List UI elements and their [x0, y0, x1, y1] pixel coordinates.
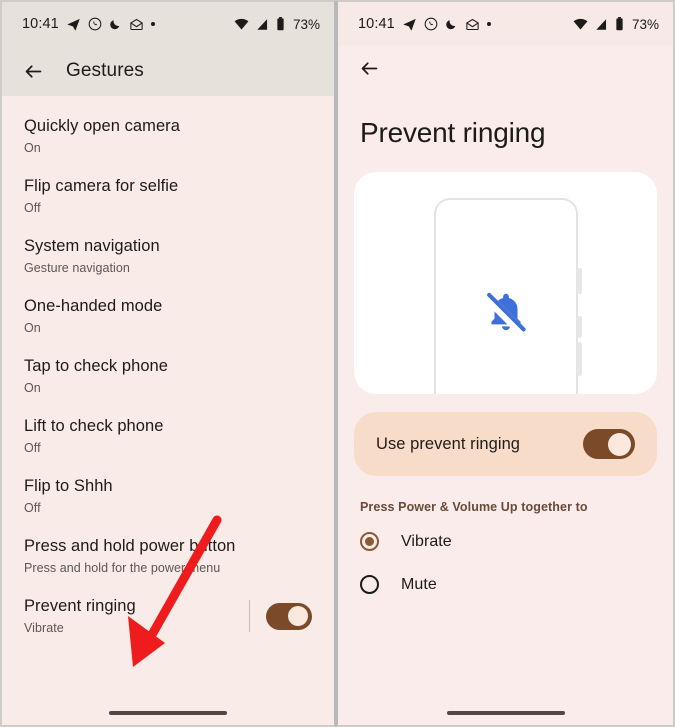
list-item-flip-to-shhh[interactable]: Flip to Shhh Off: [2, 466, 334, 526]
app-bar-left: Gestures: [2, 46, 334, 96]
phone-outline-illustration: [433, 198, 582, 394]
left-phone-screen: 10:41 73% Gestures Quickly open camera O…: [0, 0, 336, 727]
list-item-title: Flip camera for selfie: [24, 177, 179, 195]
radio-button-mute[interactable]: [360, 575, 379, 594]
radio-option-vibrate[interactable]: Vibrate: [338, 520, 673, 563]
status-bar-left-cluster: 10:41: [358, 16, 491, 32]
radio-option-mute[interactable]: Mute: [338, 563, 673, 606]
home-pill[interactable]: [109, 711, 227, 715]
wifi-icon: [573, 18, 588, 31]
page-title-gestures: Gestures: [66, 60, 144, 81]
radio-button-vibrate[interactable]: [360, 532, 379, 551]
whatsapp-icon: [424, 17, 438, 31]
toggle-knob: [608, 432, 631, 456]
whatsapp-icon: [88, 17, 102, 31]
mail-icon: [129, 17, 144, 32]
phone-side-button-volume-up: [576, 316, 582, 338]
mail-icon: [465, 17, 480, 32]
prevent-ringing-toggle[interactable]: [266, 602, 312, 630]
page-title-prevent-ringing: Prevent ringing: [360, 117, 546, 148]
list-item-press-and-hold-power-button[interactable]: Press and hold power button Press and ho…: [2, 526, 334, 586]
list-item-quickly-open-camera[interactable]: Quickly open camera On: [2, 106, 334, 166]
right-phone-screen: 10:41 73% Prevent ringing Use prevent ri…: [336, 0, 675, 727]
bell-off-icon: [481, 288, 529, 339]
list-item-title: Flip to Shhh: [24, 477, 113, 495]
status-bar-right-cluster: 73%: [573, 17, 659, 32]
list-item-title: Quickly open camera: [24, 117, 180, 135]
illustration-card: [354, 172, 657, 394]
list-item-system-navigation[interactable]: System navigation Gesture navigation: [2, 226, 334, 286]
list-item-tap-to-check-phone[interactable]: Tap to check phone On: [2, 346, 334, 406]
battery-icon: [276, 17, 285, 31]
use-prevent-ringing-row[interactable]: Use prevent ringing: [354, 412, 657, 476]
gesture-nav-bar-right: [338, 701, 673, 725]
list-item-subtitle: Off: [24, 201, 41, 215]
moon-dnd-icon: [109, 18, 122, 31]
list-item-title: Lift to check phone: [24, 417, 164, 435]
status-bar-left-cluster: 10:41: [22, 16, 155, 32]
list-item-flip-camera-for-selfie[interactable]: Flip camera for selfie Off: [2, 166, 334, 226]
gesture-nav-bar-left: [2, 701, 334, 725]
wifi-icon: [234, 18, 249, 31]
battery-icon: [615, 17, 624, 31]
app-bar-right: [338, 46, 673, 90]
phone-side-button-power: [576, 268, 582, 294]
moon-dnd-icon: [445, 18, 458, 31]
back-button-right[interactable]: [352, 51, 386, 85]
arrow-back-icon: [361, 61, 377, 75]
list-item-title: Press and hold power button: [24, 537, 236, 555]
battery-percent-label: 73%: [292, 16, 320, 32]
status-bar-clock: 10:41: [22, 16, 59, 32]
dual-screenshot-container: 10:41 73% Gestures Quickly open camera O…: [0, 0, 675, 727]
cellular-signal-icon: [595, 18, 608, 31]
status-bar-right: 10:41 73%: [338, 2, 673, 46]
toggle-knob: [288, 606, 308, 626]
list-item-subtitle: Off: [24, 441, 41, 455]
section-label-press-power-volume-up: Press Power & Volume Up together to: [360, 500, 588, 514]
list-item-title: One-handed mode: [24, 297, 163, 315]
vertical-divider: [249, 600, 250, 632]
list-item-subtitle: On: [24, 381, 41, 395]
phone-side-button-volume-down: [576, 342, 582, 376]
list-item-title: Tap to check phone: [24, 357, 169, 375]
use-prevent-ringing-toggle[interactable]: [583, 429, 635, 459]
list-item-subtitle: Off: [24, 501, 41, 515]
home-pill[interactable]: [446, 711, 565, 715]
arrow-back-icon: [25, 64, 41, 78]
list-item-one-handed-mode[interactable]: One-handed mode On: [2, 286, 334, 346]
list-item-subtitle: On: [24, 321, 41, 335]
gestures-settings-list: Quickly open camera On Flip camera for s…: [2, 96, 334, 646]
list-item-title: Prevent ringing: [24, 597, 136, 615]
list-item-subtitle: Press and hold for the power menu: [24, 561, 221, 575]
battery-percent-label: 73%: [631, 16, 659, 32]
list-item-trailing: [239, 600, 312, 632]
radio-label: Mute: [401, 575, 437, 593]
status-bar-left: 10:41 73%: [2, 2, 334, 46]
status-bar-clock: 10:41: [358, 16, 395, 32]
list-item-prevent-ringing[interactable]: Prevent ringing Vibrate: [2, 586, 334, 646]
telegram-icon: [66, 17, 81, 32]
use-prevent-ringing-label: Use prevent ringing: [376, 434, 521, 453]
list-item-subtitle: On: [24, 141, 41, 155]
dot-icon: [150, 22, 155, 26]
status-bar-right-cluster: 73%: [234, 17, 320, 32]
telegram-icon: [402, 17, 417, 32]
list-item-subtitle: Vibrate: [24, 621, 64, 635]
list-item-subtitle: Gesture navigation: [24, 261, 130, 275]
radio-label: Vibrate: [401, 532, 452, 550]
back-button-left[interactable]: [16, 54, 50, 88]
list-item-lift-to-check-phone[interactable]: Lift to check phone Off: [2, 406, 334, 466]
dot-icon: [486, 22, 491, 26]
list-item-title: System navigation: [24, 237, 160, 255]
cellular-signal-icon: [256, 18, 269, 31]
